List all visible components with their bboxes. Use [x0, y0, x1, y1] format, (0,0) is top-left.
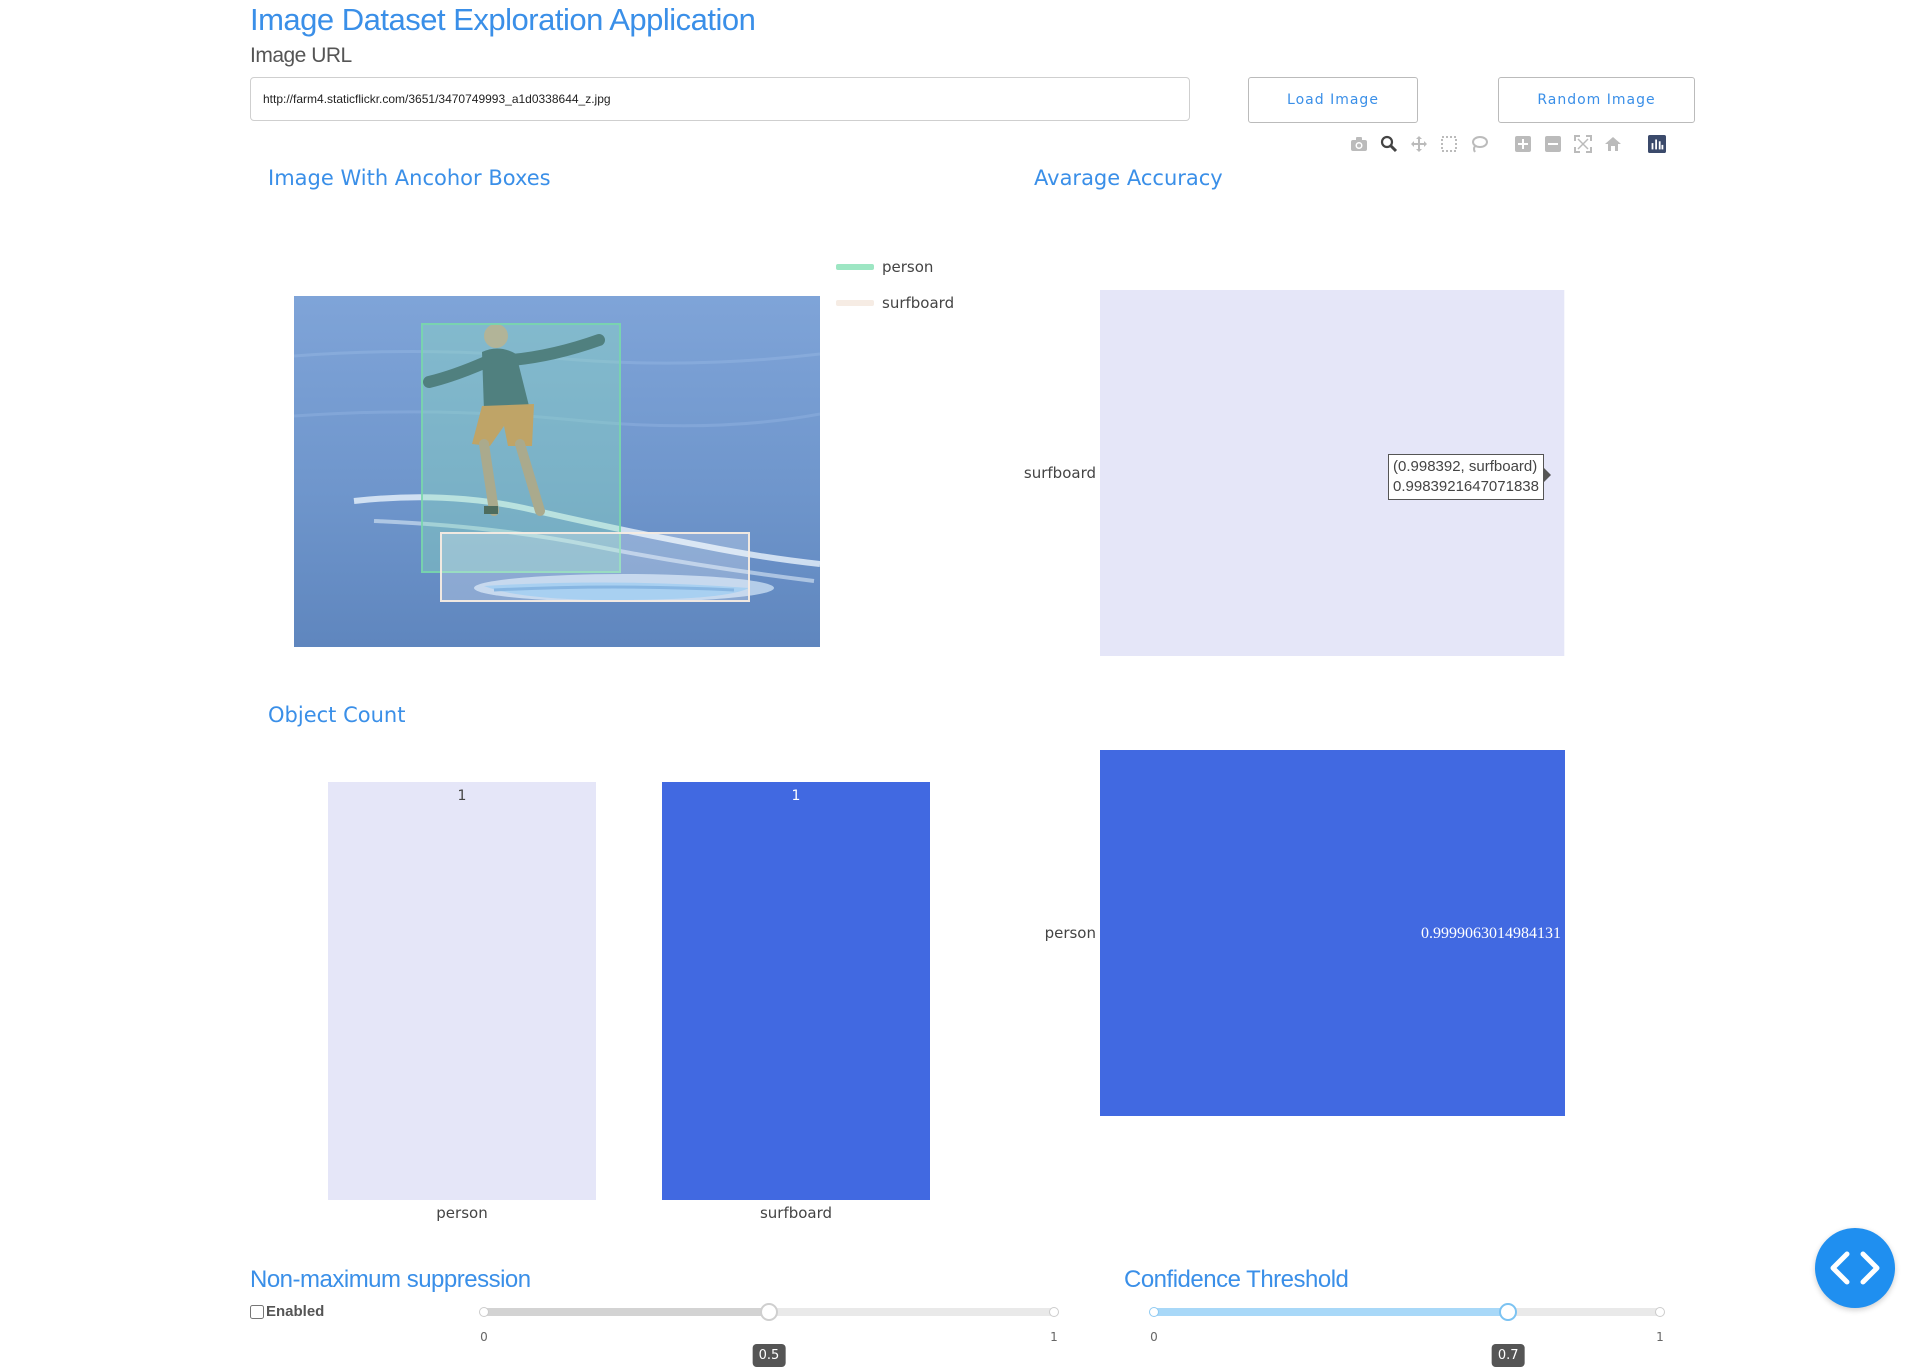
- surfer-photo: [294, 296, 820, 647]
- confidence-slider-min-dot: [1149, 1307, 1159, 1317]
- nms-slider-min-dot: [479, 1307, 489, 1317]
- load-image-button[interactable]: Load Image: [1248, 77, 1418, 123]
- tooltip-line-2: 0.9983921647071838: [1393, 478, 1539, 495]
- image-url-input[interactable]: [250, 77, 1190, 121]
- confidence-slider-handle[interactable]: [1499, 1303, 1518, 1321]
- random-image-button[interactable]: Random Image: [1498, 77, 1695, 123]
- legend-item-surfboard[interactable]: surfboard: [836, 294, 954, 312]
- nms-enabled-checkbox[interactable]: [250, 1304, 264, 1319]
- confidence-slider-min-label: 0: [1150, 1330, 1158, 1344]
- box-select-icon[interactable]: [1440, 135, 1458, 153]
- confidence-slider-track: [1154, 1308, 1509, 1316]
- count-bar-surfboard[interactable]: [662, 782, 930, 1200]
- tooltip-line-1: (0.998392, surfboard): [1393, 458, 1538, 475]
- average-accuracy-chart[interactable]: surfboard person 0.9999063014984131: [1000, 290, 1600, 1130]
- nms-slider-max-label: 1: [1050, 1330, 1058, 1344]
- accuracy-data-label-person: 0.9999063014984131: [1421, 925, 1561, 942]
- confidence-slider-max-label: 1: [1656, 1330, 1664, 1344]
- average-accuracy-title: Avarage Accuracy: [1034, 166, 1223, 190]
- nms-slider-max-dot: [1049, 1307, 1059, 1317]
- count-tick-label-surfboard: surfboard: [760, 1204, 832, 1222]
- nms-slider-value: 0.5: [752, 1344, 786, 1367]
- plot-modebar: [1350, 132, 1678, 156]
- camera-icon[interactable]: [1350, 135, 1368, 153]
- nms-title: Non-maximum suppression: [250, 1266, 531, 1293]
- dev-tools-button[interactable]: [1815, 1228, 1895, 1308]
- zoom-icon[interactable]: [1380, 135, 1398, 153]
- legend-label-surfboard: surfboard: [882, 294, 955, 312]
- lasso-icon[interactable]: [1470, 135, 1488, 153]
- accuracy-tick-label-person: person: [1045, 924, 1096, 942]
- zoom-in-icon[interactable]: [1514, 135, 1532, 153]
- image-url-label: Image URL: [250, 44, 352, 67]
- confidence-slider-value: 0.7: [1491, 1344, 1525, 1367]
- app-title: Image Dataset Exploration Application: [250, 2, 756, 37]
- nms-enabled-label: Enabled: [266, 1303, 325, 1320]
- plotly-logo-icon[interactable]: [1648, 135, 1666, 153]
- nms-slider-track: [484, 1308, 769, 1316]
- legend-swatch-surfboard: [836, 300, 874, 306]
- nms-slider[interactable]: 0 1 0.5: [479, 1300, 1059, 1367]
- confidence-slider-max-dot: [1655, 1307, 1665, 1317]
- legend-label-person: person: [882, 258, 934, 276]
- accuracy-tick-label-surfboard: surfboard: [1024, 464, 1096, 482]
- legend-swatch-person: [836, 264, 874, 270]
- count-tick-label-person: person: [436, 1204, 487, 1222]
- confidence-threshold-slider[interactable]: 0 1 0.7: [1149, 1300, 1665, 1367]
- code-brackets-icon: [1830, 1251, 1880, 1285]
- nms-slider-handle[interactable]: [760, 1303, 778, 1321]
- pan-icon[interactable]: [1410, 135, 1428, 153]
- count-data-label-person: 1: [458, 788, 467, 804]
- hover-tooltip: (0.998392, surfboard) 0.9983921647071838: [1388, 454, 1551, 500]
- object-count-chart[interactable]: 1 person 1 surfboard: [310, 770, 950, 1230]
- confidence-threshold-title: Confidence Threshold: [1124, 1266, 1349, 1293]
- count-bar-person[interactable]: [328, 782, 596, 1200]
- legend-item-person[interactable]: person: [836, 258, 933, 276]
- reset-axes-icon[interactable]: [1604, 135, 1622, 153]
- nms-slider-min-label: 0: [480, 1330, 488, 1344]
- anchor-box-surfboard[interactable]: [440, 532, 750, 602]
- autoscale-icon[interactable]: [1574, 135, 1592, 153]
- zoom-out-icon[interactable]: [1544, 135, 1562, 153]
- object-count-title: Object Count: [268, 703, 406, 727]
- nms-enabled-toggle[interactable]: Enabled: [250, 1303, 324, 1320]
- anchor-boxes-title: Image With Ancohor Boxes: [268, 166, 551, 190]
- count-data-label-surfboard: 1: [792, 788, 801, 804]
